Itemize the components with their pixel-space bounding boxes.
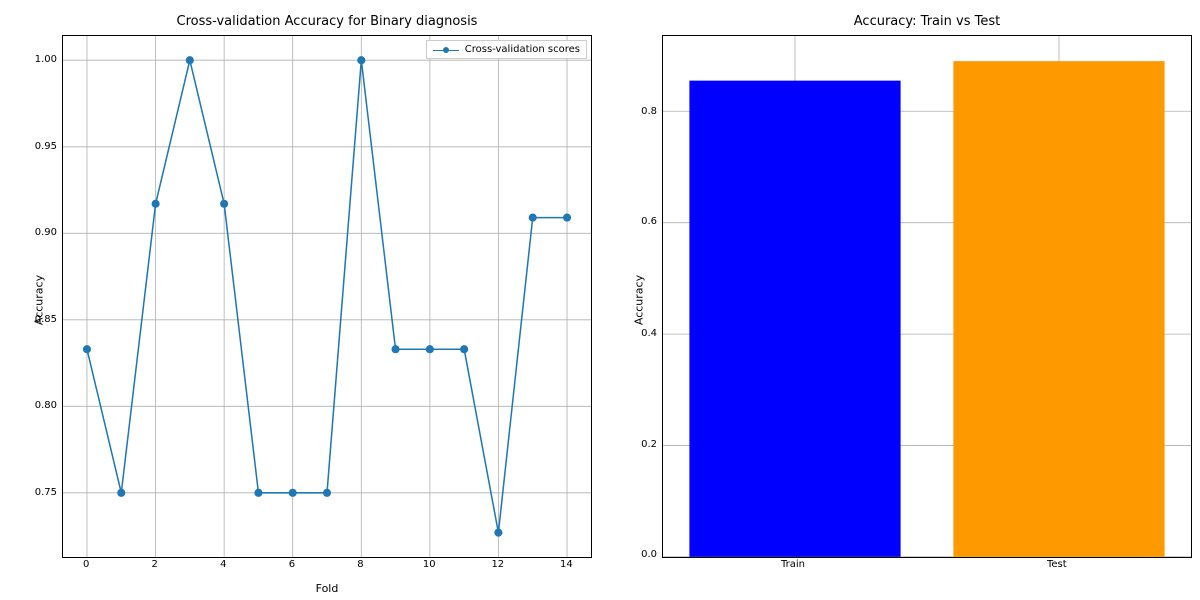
chart-title-right: Accuracy: Train vs Test	[662, 14, 1192, 29]
legend-left: Cross-validation scores	[426, 40, 587, 59]
xtick: Train	[781, 559, 805, 570]
legend-label: Cross-validation scores	[465, 44, 580, 55]
plot-area-right: 0.0 0.2 0.4 0.6 0.8 Train Test	[662, 35, 1192, 558]
ytick: 0.6	[641, 216, 657, 227]
ytick: 0.75	[35, 487, 57, 498]
ytick: 0.95	[35, 141, 57, 152]
ytick: 0.80	[35, 400, 57, 411]
ytick: 1.00	[35, 54, 57, 65]
xtick: 8	[357, 559, 363, 570]
ytick: 0.90	[35, 227, 57, 238]
ytick: 0.2	[641, 439, 657, 450]
xticks-right: Train Test	[663, 559, 1191, 573]
markers	[83, 56, 571, 537]
bar-train	[689, 81, 900, 557]
xtick: 0	[83, 559, 89, 570]
ytick: 0.0	[641, 549, 657, 560]
xtick: 6	[289, 559, 295, 570]
cv-line	[87, 60, 567, 532]
xlabel-left: Fold	[62, 582, 592, 594]
line-chart-svg	[63, 36, 591, 557]
figure: Cross-validation Accuracy for Binary dia…	[0, 0, 1200, 600]
chart-title-left: Cross-validation Accuracy for Binary dia…	[62, 14, 592, 29]
xtick: Test	[1047, 559, 1067, 570]
ytick: 0.8	[641, 106, 657, 117]
xticks-left: 0 2 4 6 8 10 12 14	[63, 559, 591, 573]
xtick: 12	[491, 559, 504, 570]
yticks-left: 0.75 0.80 0.85 0.90 0.95 1.00	[25, 36, 59, 557]
subplot-train-test: Accuracy: Train vs Test Accuracy 0.0 0.2	[600, 0, 1200, 600]
ytick: 0.85	[35, 314, 57, 325]
xtick: 14	[560, 559, 573, 570]
subplot-cv-accuracy: Cross-validation Accuracy for Binary dia…	[0, 0, 600, 600]
ytick: 0.4	[641, 328, 657, 339]
xtick: 2	[152, 559, 158, 570]
bar-chart-svg	[663, 36, 1191, 557]
xtick: 4	[220, 559, 226, 570]
grid-left	[63, 36, 591, 557]
legend-swatch-icon	[433, 45, 459, 55]
bar-test	[953, 61, 1164, 557]
xtick: 10	[423, 559, 436, 570]
plot-area-left: 0.75 0.80 0.85 0.90 0.95 1.00 0 2 4 6 8 …	[62, 35, 592, 558]
yticks-right: 0.0 0.2 0.4 0.6 0.8	[629, 36, 659, 557]
